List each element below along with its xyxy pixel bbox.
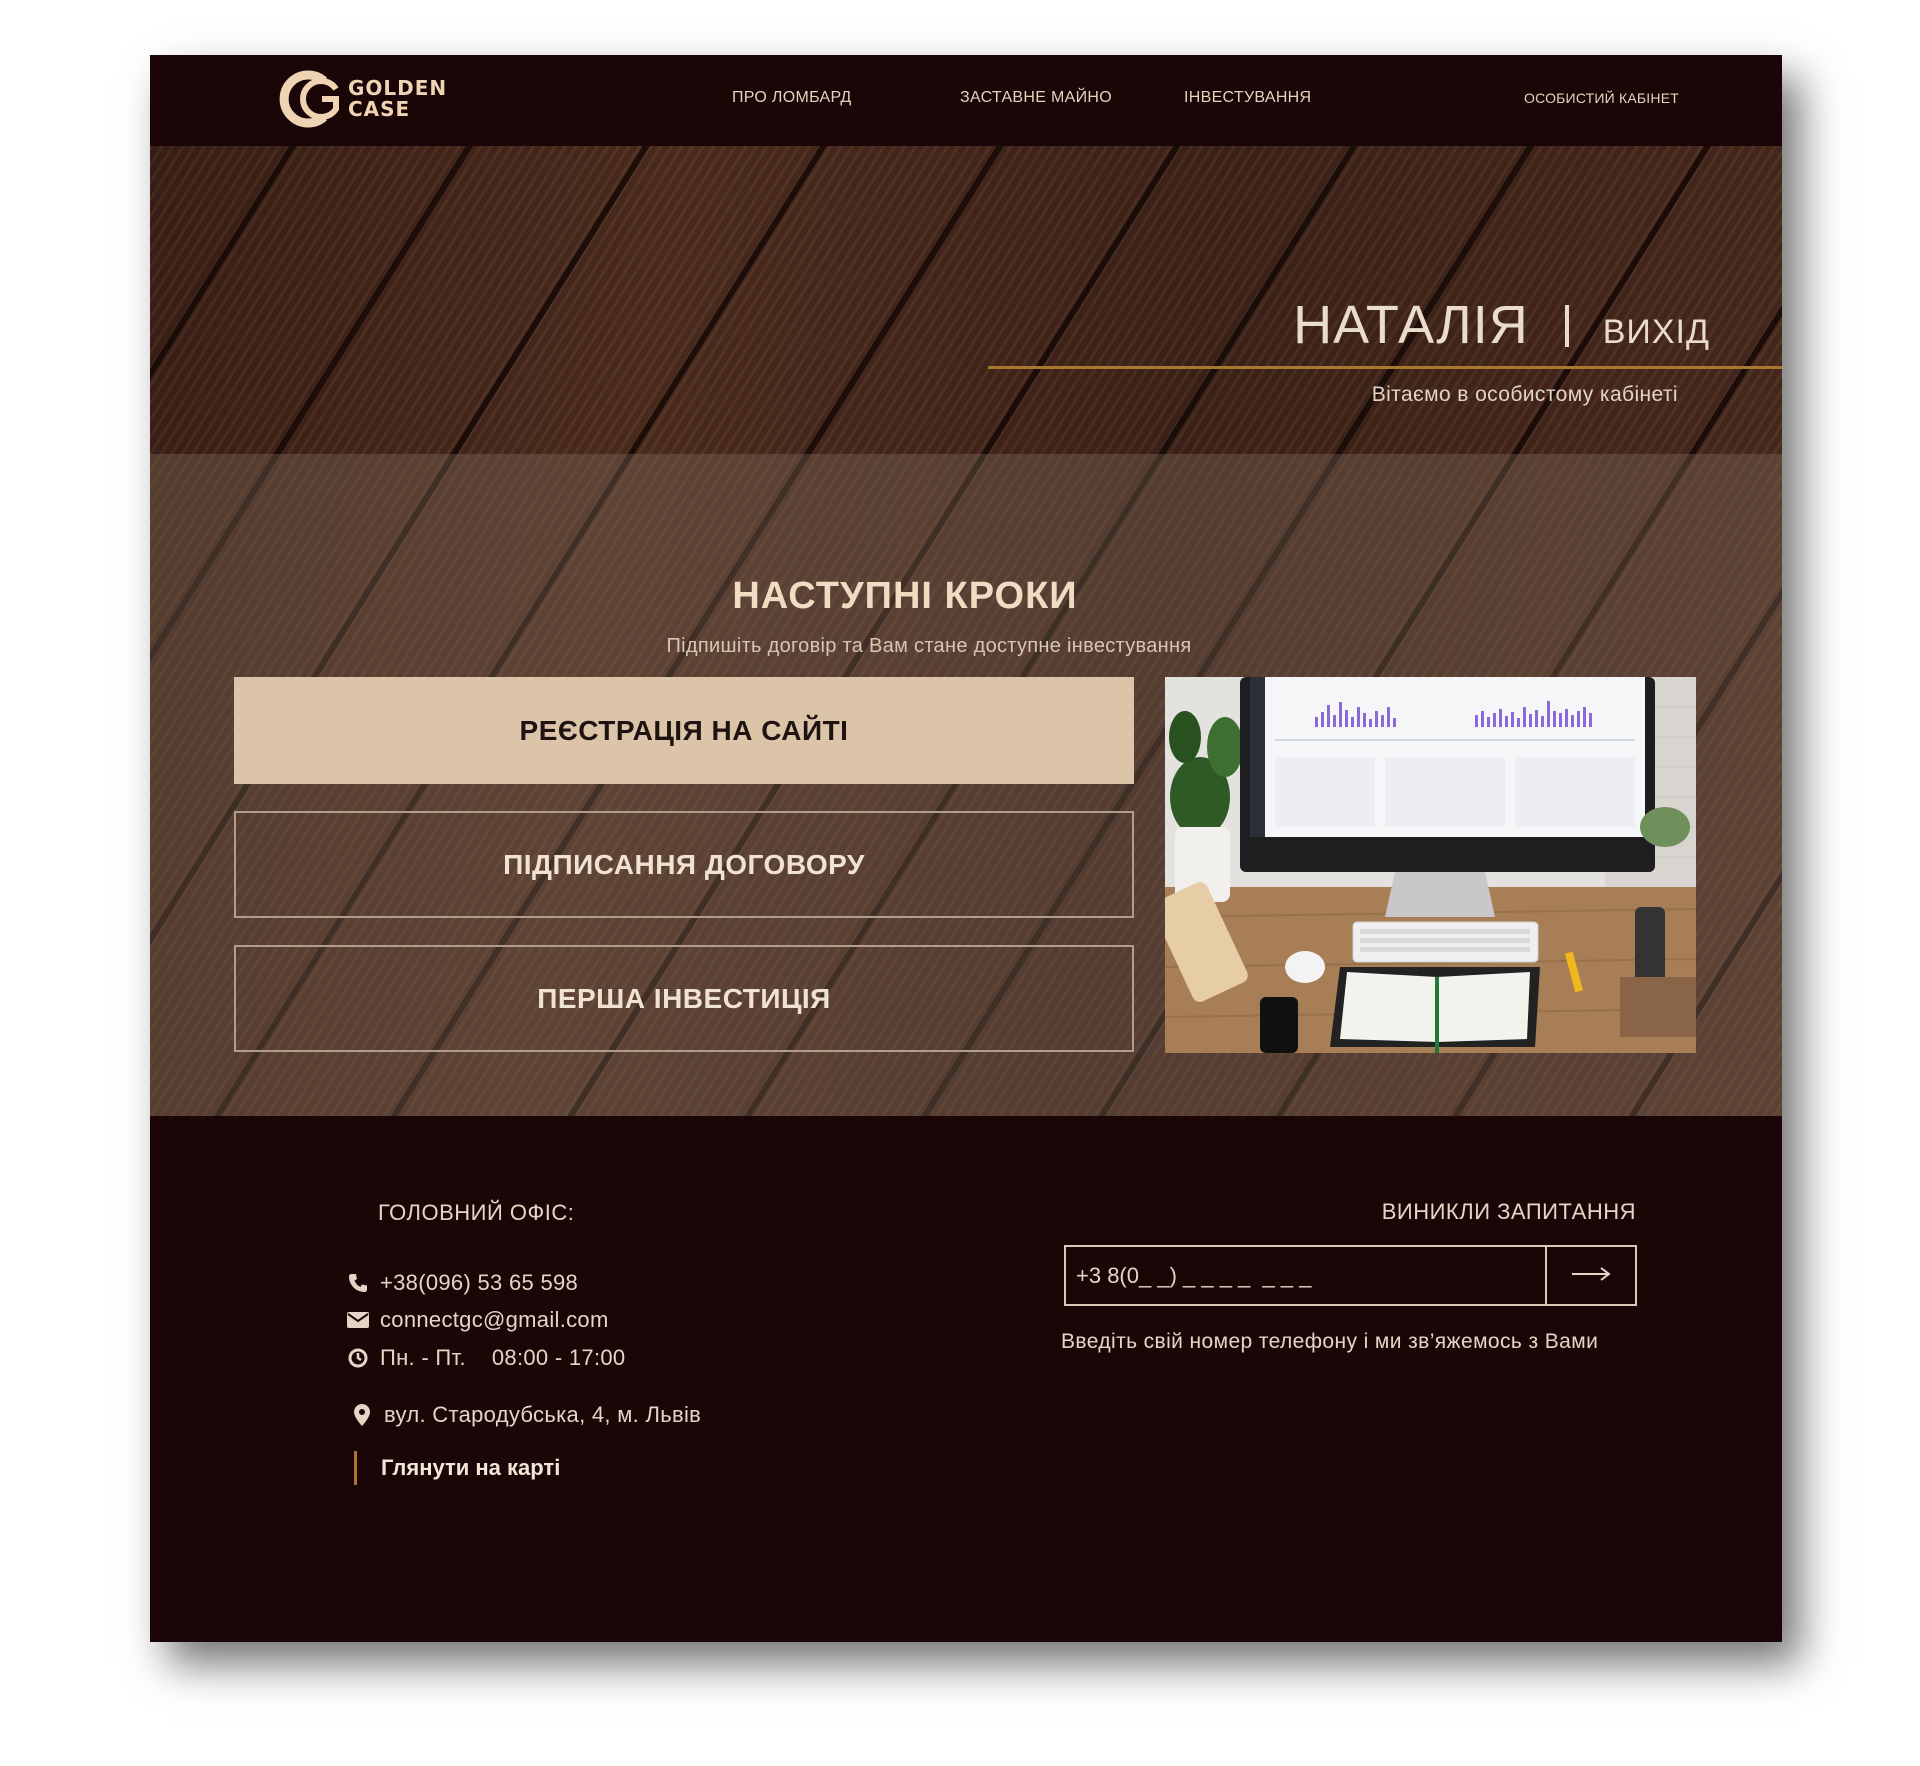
logo-line-1: GOLDEN: [348, 76, 448, 100]
clock-icon: [344, 1346, 372, 1370]
divider: [1564, 305, 1569, 347]
contact-hours: Пн. - Пт. 08:00 - 17:00: [344, 1345, 625, 1371]
email-address[interactable]: connectgc@gmail.com: [380, 1307, 609, 1333]
callback-hint: Введіть свій номер телефону і ми зв’яжем…: [1061, 1330, 1599, 1353]
hours-time: 08:00 - 17:00: [491, 1345, 626, 1370]
contact-email: connectgc@gmail.com: [344, 1307, 609, 1333]
steps-title: НАСТУПНІ КРОКИ: [732, 575, 1078, 617]
phone-icon: [344, 1271, 372, 1295]
address-text: вул. Стародубська, 4, м. Львів: [384, 1402, 702, 1427]
first-investment-button[interactable]: ПЕРША ІНВЕСТИЦІЯ: [234, 945, 1134, 1052]
logo-text: GOLDEN CASE: [348, 78, 447, 120]
logo[interactable]: GOLDEN CASE: [278, 69, 447, 129]
phone-input[interactable]: [1066, 1247, 1545, 1304]
nav-investing[interactable]: ІНВЕСТУВАННЯ: [1184, 89, 1311, 107]
submit-button[interactable]: [1545, 1247, 1635, 1304]
header: GOLDEN CASE ПРО ЛОМБАРД ЗАСТАВНЕ МАЙНО І…: [150, 55, 1782, 146]
phone-number[interactable]: +38(096) 53 65 598: [380, 1270, 578, 1296]
question-title: ВИНИКЛИ ЗАПИТАННЯ: [1381, 1199, 1636, 1224]
arrow-right-icon: [1571, 1266, 1611, 1285]
map-link[interactable]: Глянути на карті: [354, 1451, 560, 1485]
page-frame: GOLDEN CASE ПРО ЛОМБАРД ЗАСТАВНЕ МАЙНО І…: [150, 55, 1782, 1642]
sign-contract-button[interactable]: ПІДПИСАННЯ ДОГОВОРУ: [234, 811, 1134, 918]
desk-photo: [1165, 677, 1696, 1053]
user-name: НАТАЛІЯ: [1293, 295, 1529, 355]
location-pin-icon: [348, 1403, 376, 1427]
logo-mark-icon: [278, 69, 346, 129]
nav-collateral[interactable]: ЗАСТАВНЕ МАЙНО: [960, 89, 1112, 107]
logout-link[interactable]: ВИХІД: [1603, 313, 1710, 351]
greeting-row: НАТАЛІЯ ВИХІД: [1270, 294, 1710, 356]
steps-subtitle: Підпишіть договір та Вам стане доступне …: [666, 635, 1192, 657]
callback-form: [1064, 1245, 1637, 1306]
nav-about-pawnshop[interactable]: ПРО ЛОМБАРД: [732, 89, 852, 107]
register-button[interactable]: РЕЄСТРАЦІЯ НА САЙТІ: [234, 677, 1134, 784]
office-title: ГОЛОВНИЙ ОФІС:: [378, 1200, 575, 1225]
logo-line-2: CASE: [348, 97, 411, 121]
greeting-subtitle: Вітаємо в особистому кабінеті: [1371, 383, 1678, 406]
contact-address: вул. Стародубська, 4, м. Львів: [348, 1402, 701, 1428]
nav-personal-cabinet[interactable]: ОСОБИСТИЙ КАБІНЕТ: [1524, 90, 1679, 106]
mail-icon: [344, 1308, 372, 1332]
gold-underline: [988, 366, 1782, 369]
hours-days: Пн. - Пт.: [380, 1345, 466, 1370]
contact-phone: +38(096) 53 65 598: [344, 1270, 578, 1296]
